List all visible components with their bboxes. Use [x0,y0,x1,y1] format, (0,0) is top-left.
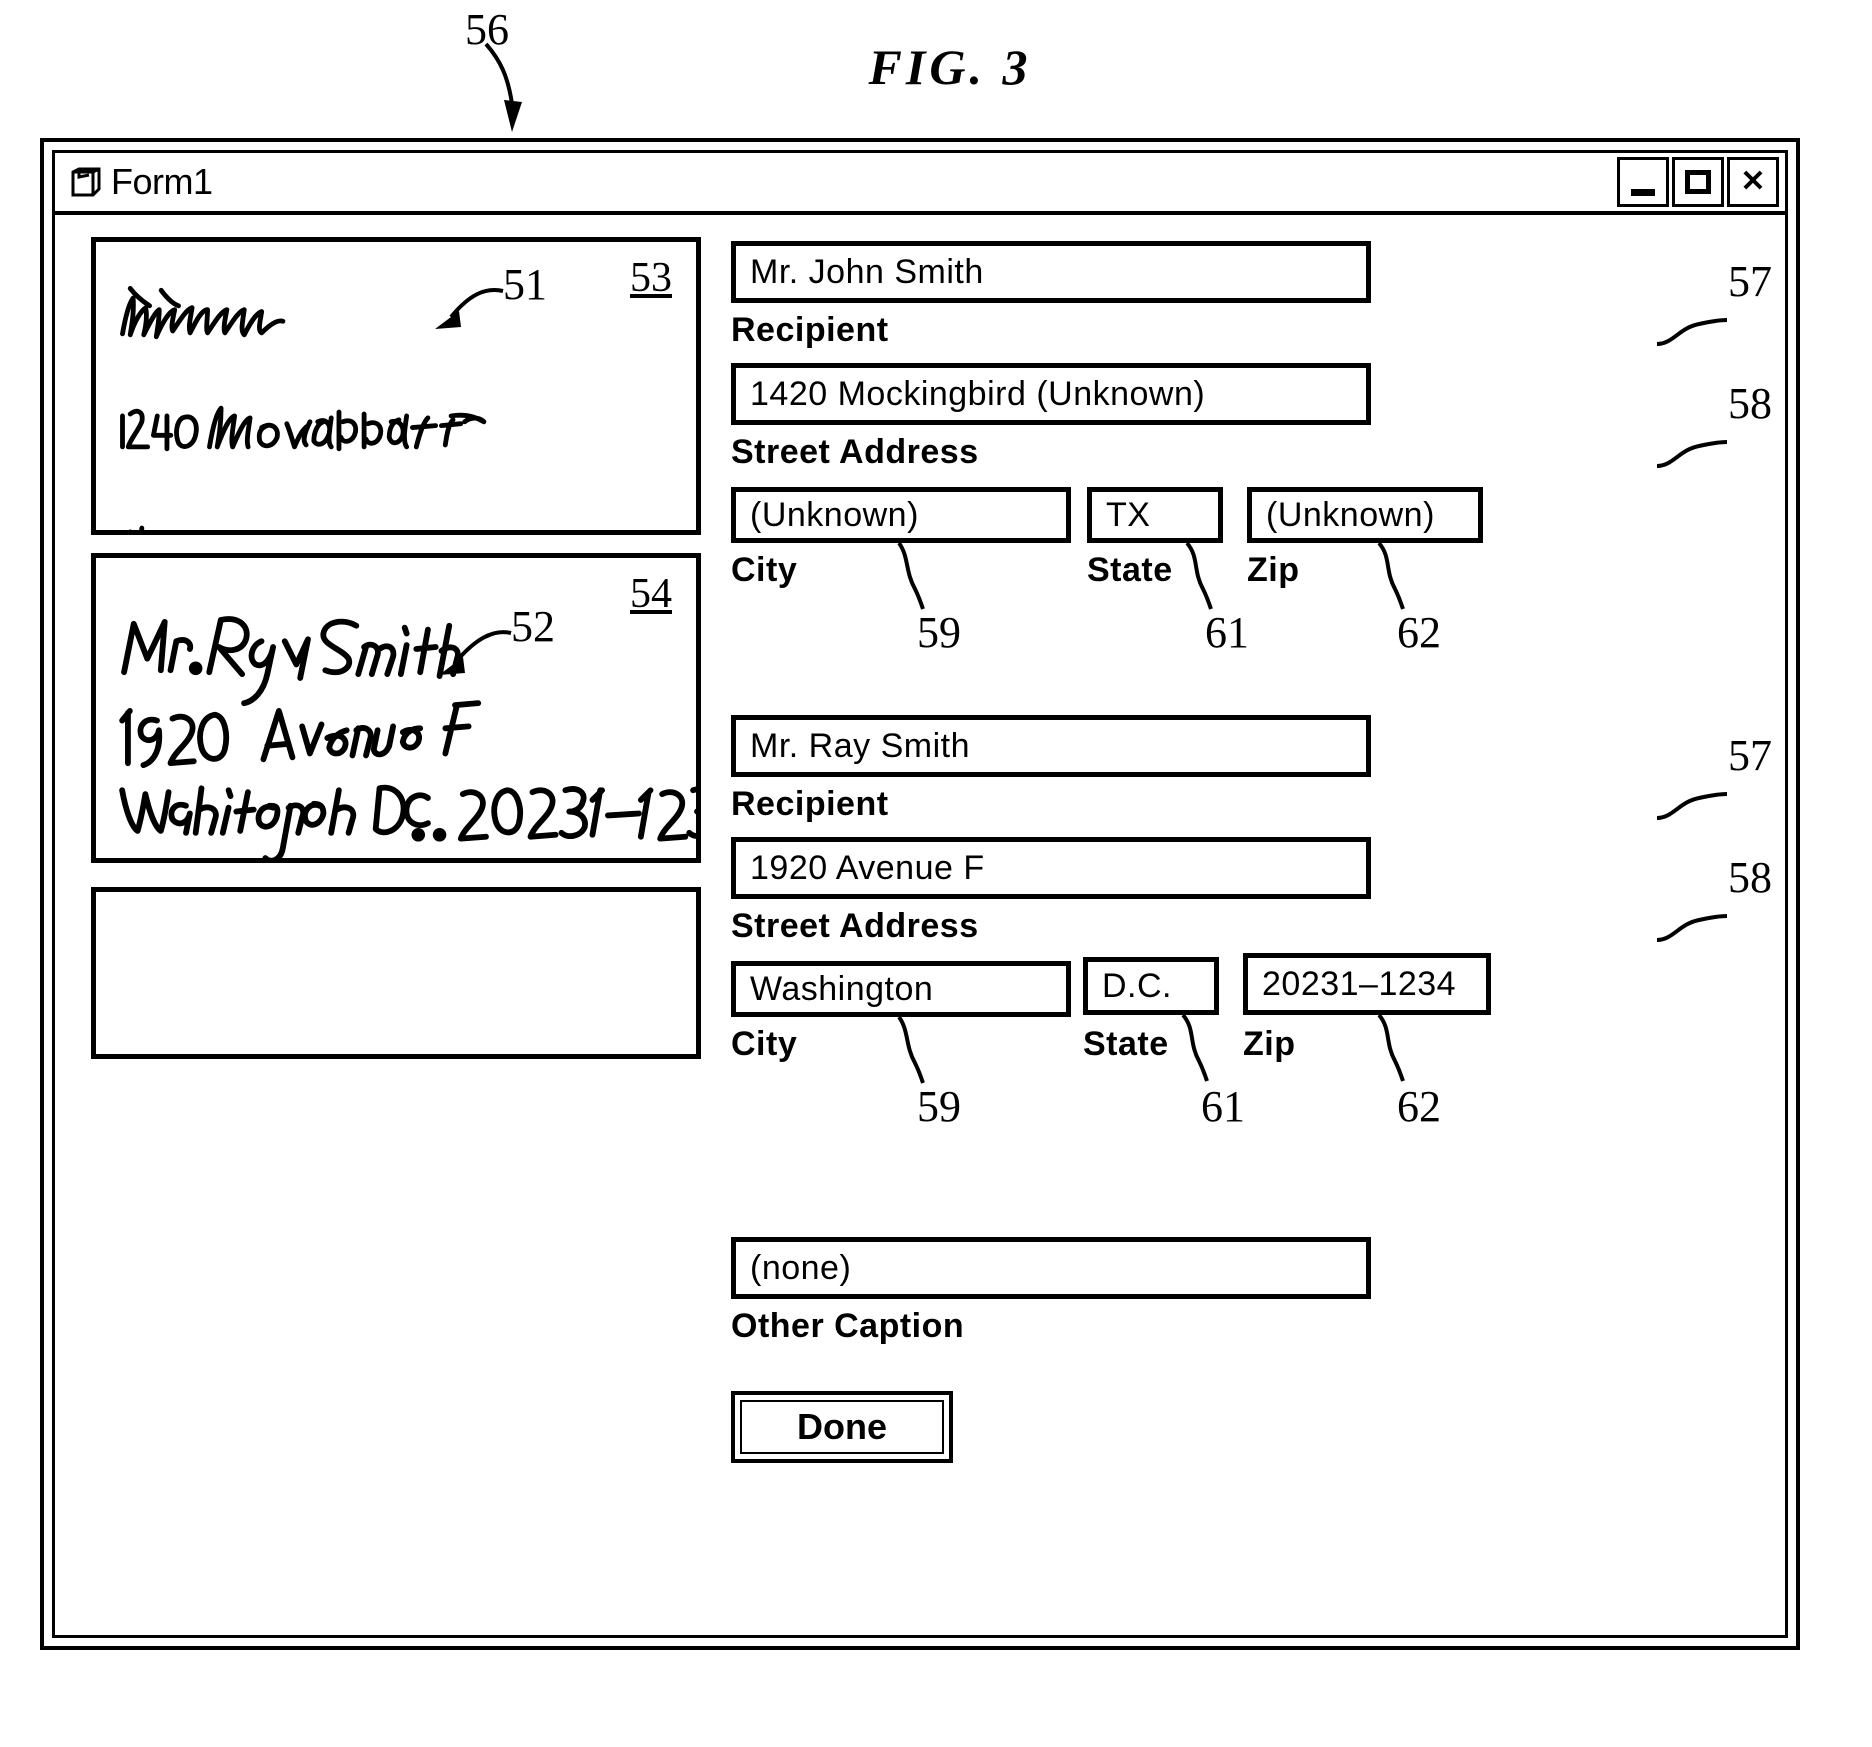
close-button[interactable]: ✕ [1727,157,1779,207]
handwriting-ink-2 [119,616,696,858]
ink-panel-3[interactable] [91,887,701,1059]
reference-numeral-62-group1: 62 [1397,608,1441,657]
recipient-value-1: Mr. John Smith [750,252,984,291]
zip-field-2[interactable]: 20231–1234 [1243,953,1491,1015]
street-caption-1: Street Address [731,433,979,471]
city-value-1: (Unknown) [750,495,919,534]
reference-numeral-62-group2: 62 [1397,1082,1441,1131]
close-icon: ✕ [1740,165,1766,198]
state-value-2: D.C. [1102,966,1172,1005]
leader-59-group2 [897,1015,925,1084]
maximize-icon [1685,170,1711,194]
minimize-icon [1631,188,1655,196]
recipient-field-2[interactable]: Mr. Ray Smith [731,715,1371,777]
reference-numeral-61-group1: 61 [1205,608,1249,657]
other-field[interactable]: (none) [731,1237,1371,1299]
city-value-2: Washington [750,969,934,1008]
window-titlebar[interactable]: Form1 ✕ [55,153,1785,215]
leader-62-group2 [1377,1013,1405,1082]
reference-numeral-58-group1: 58 [1728,379,1772,428]
window-title: Form1 [111,161,213,202]
leader-61-group1 [1185,541,1213,610]
ink-panel-2[interactable]: 54 [91,553,701,863]
reference-numeral-51: 51 [503,260,547,309]
zip-value-1: (Unknown) [1266,495,1435,534]
state-caption-2: State [1083,1025,1169,1063]
leader-arrow-56 [484,42,522,132]
street-field-2[interactable]: 1920 Avenue F [731,837,1371,899]
city-field-2[interactable]: Washington [731,961,1071,1017]
state-value-1: TX [1106,495,1151,534]
state-field-2[interactable]: D.C. [1083,957,1219,1015]
street-field-1[interactable]: 1420 Mockingbird (Unknown) [731,363,1371,425]
street-value-2: 1920 Avenue F [750,848,985,887]
done-button[interactable]: Done [731,1391,953,1463]
zip-value-2: 20231–1234 [1262,964,1457,1003]
recipient-caption-1: Recipient [731,311,889,349]
done-button-label: Done [797,1406,887,1447]
state-field-1[interactable]: TX [1087,487,1223,543]
leader-61-group2 [1181,1013,1209,1082]
reference-numeral-57-group1: 57 [1728,257,1772,306]
maximize-button[interactable] [1672,157,1724,207]
street-value-1: 1420 Mockingbird (Unknown) [750,374,1206,413]
form-document-icon [71,167,101,197]
reference-numeral-52: 52 [511,602,555,651]
minimize-button[interactable] [1617,157,1669,207]
city-field-1[interactable]: (Unknown) [731,487,1071,543]
zip-caption-2: Zip [1243,1025,1296,1063]
reference-numeral-59-group2: 59 [917,1082,961,1131]
other-caption: Other Caption [731,1307,965,1345]
recipient-field-1[interactable]: Mr. John Smith [731,241,1371,303]
reference-numeral-61-group2: 61 [1201,1082,1245,1131]
street-caption-2: Street Address [731,907,979,945]
zip-caption-1: Zip [1247,551,1300,589]
window-inner-border: Form1 ✕ 53 51 54 52 Mr. John Smith Recip… [52,150,1788,1638]
recipient-caption-2: Recipient [731,785,889,823]
state-caption-1: State [1087,551,1173,589]
city-caption-2: City [731,1025,798,1063]
city-caption-1: City [731,551,798,589]
leader-62-group1 [1377,541,1405,610]
reference-numeral-58-group2: 58 [1728,853,1772,902]
figure-title: FIG. 3 [868,39,1032,95]
window-controls: ✕ [1617,157,1785,207]
recipient-value-2: Mr. Ray Smith [750,726,970,765]
application-window: Form1 ✕ 53 51 54 52 Mr. John Smith Recip… [40,138,1800,1650]
leader-59-group1 [897,541,925,610]
reference-numeral-59-group1: 59 [917,608,961,657]
other-value: (none) [750,1248,852,1287]
window-client-area: 53 51 54 52 Mr. John Smith Recipient 142… [55,215,1785,1635]
reference-numeral-57-group2: 57 [1728,731,1772,780]
zip-field-1[interactable]: (Unknown) [1247,487,1483,543]
